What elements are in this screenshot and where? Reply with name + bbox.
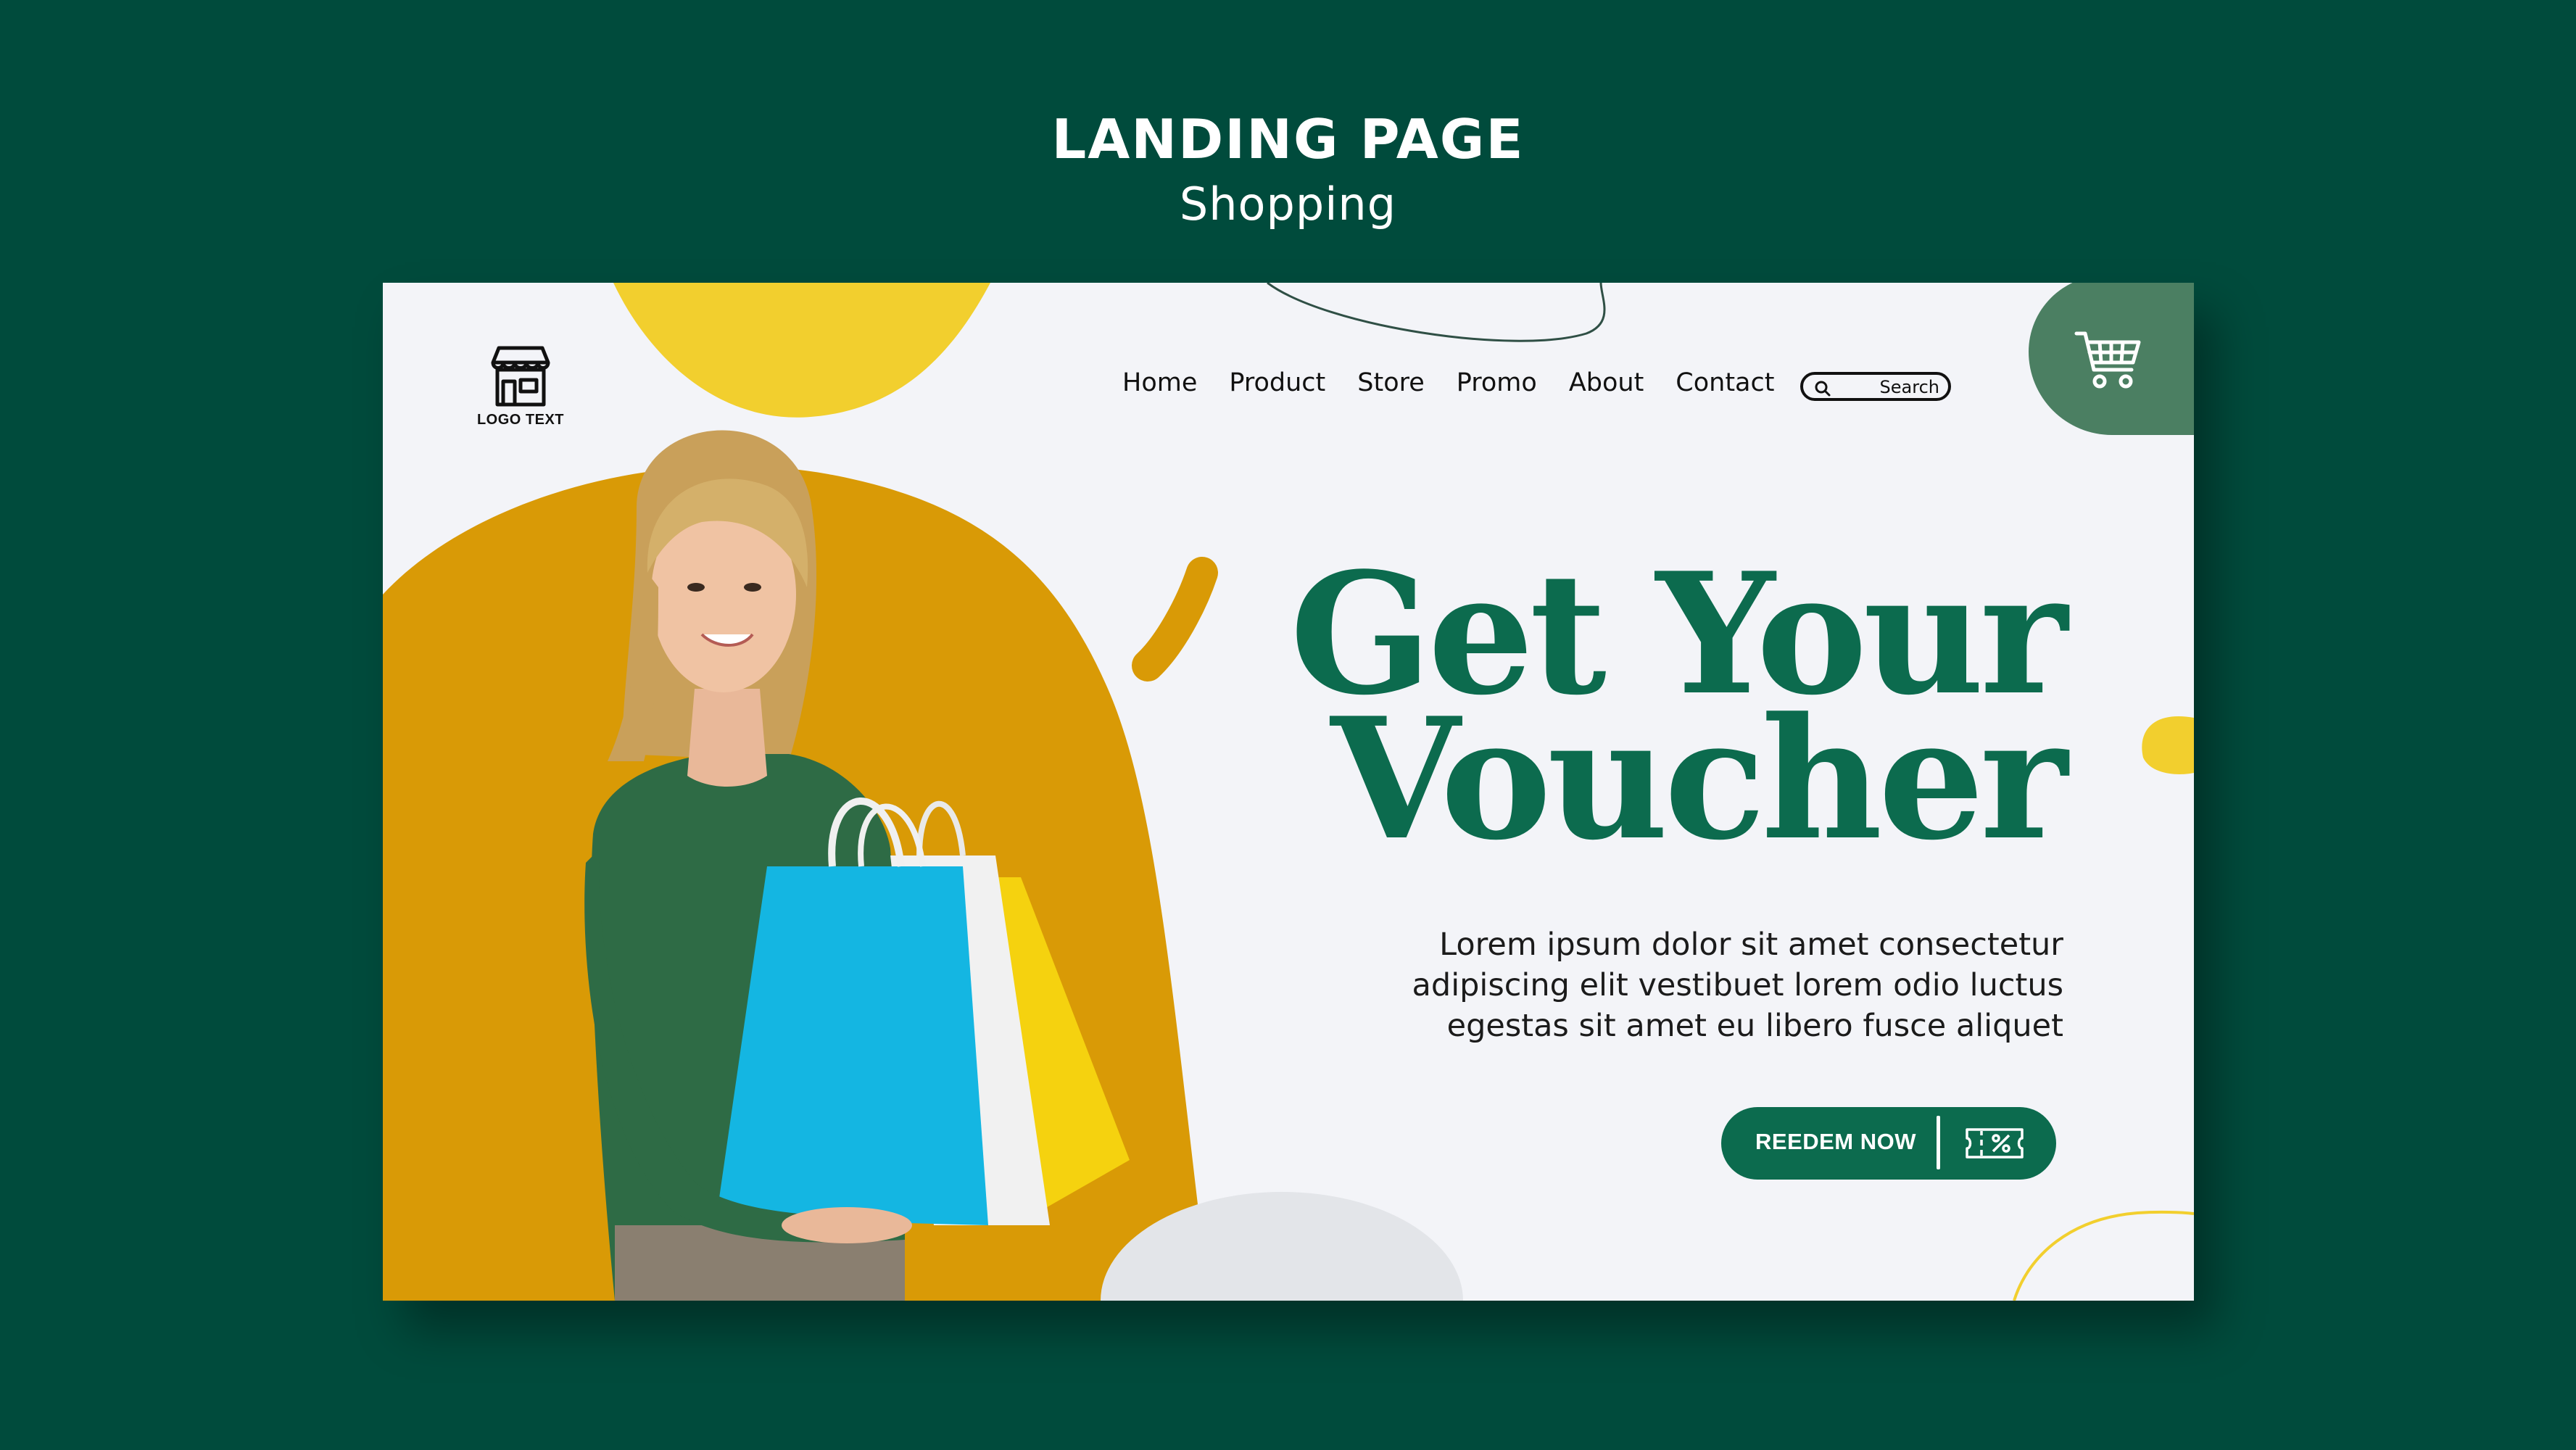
- page-title: LANDING PAGE: [1051, 107, 1525, 171]
- nav-contact[interactable]: Contact: [1676, 368, 1774, 397]
- description-line-3: egestas sit amet eu libero fusce aliquet: [1446, 1008, 2063, 1044]
- main-nav: Home Product Store Promo About Contact: [1122, 368, 1806, 397]
- site-logo[interactable]: LOGO TEXT: [455, 341, 586, 428]
- page-subtitle: Shopping: [1179, 178, 1397, 231]
- nav-product[interactable]: Product: [1229, 368, 1325, 397]
- description-line-1: Lorem ipsum dolor sit amet consectetur: [1439, 927, 2063, 963]
- storefront-icon: [491, 346, 550, 407]
- hero-description: Lorem ipsum dolor sit amet consectetur a…: [1338, 924, 2063, 1046]
- headline-line-2: Voucher: [1330, 682, 2068, 877]
- nav-promo[interactable]: Promo: [1457, 368, 1537, 397]
- shopping-cart-icon: [2074, 331, 2141, 389]
- hero-headline: Get Your Voucher: [1266, 551, 2068, 877]
- nav-about[interactable]: About: [1569, 368, 1644, 397]
- redeem-label: REEDEM NOW: [1755, 1129, 1916, 1154]
- button-divider: [1937, 1116, 1940, 1169]
- landing-page-mockup: LOGO TEXT Home Product Store Promo About…: [383, 283, 2194, 1301]
- nav-store[interactable]: Store: [1357, 368, 1425, 397]
- redeem-now-button[interactable]: REEDEM NOW: [1721, 1107, 2056, 1180]
- search-input[interactable]: Search: [1800, 372, 1951, 401]
- search-icon: [1815, 381, 1831, 397]
- voucher-ticket-icon: [1966, 1128, 2024, 1159]
- description-line-2: adipiscing elit vestibuet lorem odio luc…: [1412, 967, 2063, 1003]
- logo-text: LOGO TEXT: [476, 412, 565, 428]
- nav-home[interactable]: Home: [1122, 368, 1197, 397]
- search-placeholder: Search: [1879, 377, 1939, 397]
